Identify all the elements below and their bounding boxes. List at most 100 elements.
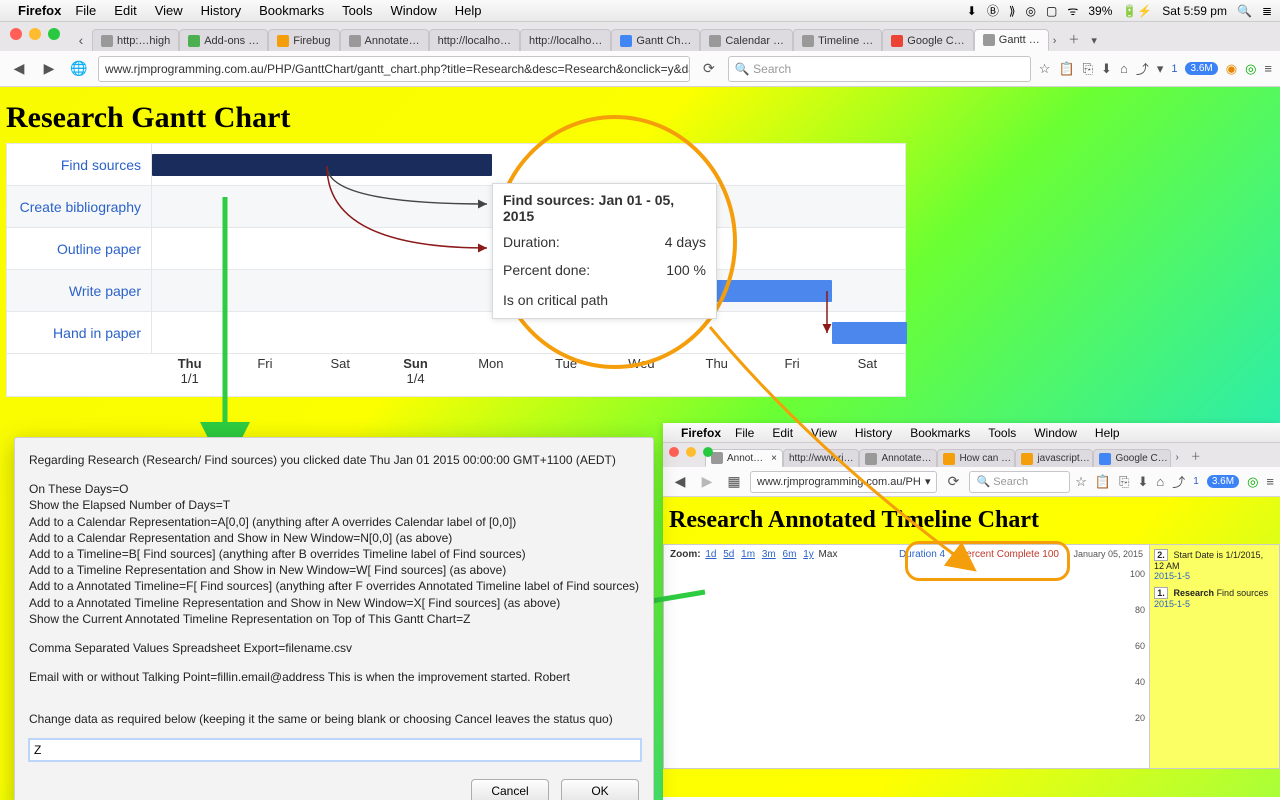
menu-file[interactable]: File bbox=[75, 3, 96, 18]
browser-tab[interactable]: http://localho… bbox=[429, 29, 520, 51]
tab-list-button[interactable]: ▾ bbox=[1087, 30, 1101, 51]
zoom-6m[interactable]: 6m bbox=[783, 549, 797, 560]
spotlight-icon[interactable]: 🔍 bbox=[1237, 4, 1252, 18]
menu-window[interactable]: Window bbox=[1034, 426, 1077, 440]
wifi-icon[interactable]: ᯤ bbox=[1067, 2, 1078, 19]
home-icon[interactable]: ⌂ bbox=[1120, 61, 1128, 76]
home-icon[interactable]: ⌂ bbox=[1156, 474, 1164, 489]
b-icon[interactable]: Ⓑ bbox=[987, 2, 999, 19]
identity-icon[interactable]: 🌐 bbox=[68, 58, 90, 80]
tab-scroll-right[interactable]: › bbox=[1171, 448, 1182, 467]
clock[interactable]: Sat 5:59 pm bbox=[1162, 4, 1227, 18]
browser-tab[interactable]: Google C… bbox=[1093, 449, 1171, 467]
greasemonkey-icon[interactable]: ◉ bbox=[1226, 61, 1237, 77]
star-icon[interactable]: ☆ bbox=[1075, 474, 1087, 490]
menu-window[interactable]: Window bbox=[391, 3, 437, 18]
browser-tab[interactable]: How can … bbox=[937, 449, 1015, 467]
menu-help[interactable]: Help bbox=[1095, 426, 1120, 440]
back-button[interactable]: ◀ bbox=[669, 471, 691, 493]
menu-edit[interactable]: Edit bbox=[114, 3, 136, 18]
new-tab-button[interactable]: ＋ bbox=[1060, 27, 1087, 51]
zoom-1d[interactable]: 1d bbox=[705, 549, 716, 560]
hamburger-icon[interactable]: ≡ bbox=[1266, 474, 1274, 489]
url-bar[interactable]: www.rjmprogramming.com.au/PHP/GanttChart… bbox=[98, 56, 690, 82]
airplay-icon[interactable]: ▢ bbox=[1046, 4, 1057, 18]
gantt-chart[interactable]: Find sources Create bibliography Outline… bbox=[6, 143, 906, 397]
browser-tab[interactable]: Firebug bbox=[268, 29, 339, 51]
browser-tab[interactable]: Google C… bbox=[882, 29, 973, 51]
browser-tab[interactable]: http://www.rj… bbox=[783, 449, 859, 467]
gantt-row[interactable]: Write paper bbox=[7, 270, 905, 312]
minimize-window-button[interactable] bbox=[29, 28, 41, 40]
hamburger-icon[interactable]: ≡ bbox=[1264, 61, 1272, 76]
close-window-button[interactable] bbox=[669, 447, 679, 457]
app-name[interactable]: Firefox bbox=[18, 3, 61, 18]
browser-tab[interactable]: Add-ons … bbox=[179, 29, 268, 51]
gantt-bar[interactable] bbox=[832, 322, 907, 344]
forward-button[interactable]: ▶ bbox=[696, 471, 718, 493]
cancel-button[interactable]: Cancel bbox=[471, 779, 549, 800]
download-icon[interactable]: ⬇ bbox=[967, 4, 977, 18]
ok-button[interactable]: OK bbox=[561, 779, 639, 800]
menu-view[interactable]: View bbox=[811, 426, 837, 440]
pocket-icon[interactable]: ⎘ bbox=[1083, 61, 1093, 77]
menu-view[interactable]: View bbox=[155, 3, 183, 18]
menu-history[interactable]: History bbox=[855, 426, 892, 440]
browser-tab[interactable]: http://localho… bbox=[520, 29, 611, 51]
browser-tab[interactable]: Annotate… bbox=[340, 29, 429, 51]
zoom-window-button[interactable] bbox=[48, 28, 60, 40]
browser-tab[interactable]: Calendar … bbox=[700, 29, 793, 51]
list-icon[interactable]: ≣ bbox=[1262, 4, 1272, 18]
gantt-row[interactable]: Outline paper bbox=[7, 228, 905, 270]
share-icon[interactable]: ⤴ bbox=[1136, 59, 1149, 78]
new-tab-button[interactable]: ＋ bbox=[1183, 444, 1209, 467]
zoom-window-button[interactable] bbox=[703, 447, 713, 457]
dropdown-icon[interactable]: ▾ bbox=[925, 475, 931, 488]
menu-file[interactable]: File bbox=[735, 426, 754, 440]
gantt-row[interactable]: Hand in paper bbox=[7, 312, 905, 354]
menu-bookmarks[interactable]: Bookmarks bbox=[910, 426, 970, 440]
browser-tab[interactable]: Timeline … bbox=[793, 29, 882, 51]
target-icon[interactable]: ◎ bbox=[1026, 4, 1036, 18]
dev-icon[interactable]: ▾ bbox=[1157, 61, 1164, 77]
zoom-1y[interactable]: 1y bbox=[803, 549, 814, 560]
zoom-3m[interactable]: 3m bbox=[762, 549, 776, 560]
tab-scroll-left[interactable]: ‹ bbox=[70, 29, 92, 51]
browser-tab[interactable]: Annotate… bbox=[859, 449, 937, 467]
annotation-item[interactable]: 1. Research Find sources 2015-1-5 bbox=[1154, 587, 1275, 609]
menu-tools[interactable]: Tools bbox=[342, 3, 372, 18]
download-icon[interactable]: ⬇ bbox=[1137, 474, 1148, 490]
gantt-row[interactable]: Find sources bbox=[7, 144, 905, 186]
close-window-button[interactable] bbox=[10, 28, 22, 40]
annotation-item[interactable]: 2. Start Date is 1/1/2015, 12 AM 2015-1-… bbox=[1154, 549, 1275, 581]
browser-tab[interactable]: Gantt Ch… bbox=[611, 29, 700, 51]
timeline-chart-area[interactable]: Zoom: 1d 5d 1m 3m 6m 1y Max Duration 4 ●… bbox=[664, 545, 1149, 768]
addon-icon[interactable]: ◎ bbox=[1245, 61, 1256, 77]
reload-button[interactable]: ⟳ bbox=[698, 58, 720, 80]
forward-button[interactable]: ▶ bbox=[38, 58, 60, 80]
menu-tools[interactable]: Tools bbox=[988, 426, 1016, 440]
prompt-input[interactable] bbox=[29, 739, 641, 761]
clipboard-icon[interactable]: 📋 bbox=[1058, 61, 1074, 77]
addon-icon[interactable]: ◎ bbox=[1247, 474, 1258, 490]
pocket-icon[interactable]: ⎘ bbox=[1119, 474, 1129, 490]
star-icon[interactable]: ☆ bbox=[1039, 61, 1051, 77]
gantt-row[interactable]: Create bibliography bbox=[7, 186, 905, 228]
back-button[interactable]: ◀ bbox=[8, 58, 30, 80]
share-icon[interactable]: ⤴ bbox=[1172, 472, 1185, 491]
search-bar[interactable]: 🔍 Search bbox=[969, 471, 1070, 493]
menu-edit[interactable]: Edit bbox=[772, 426, 793, 440]
download-icon[interactable]: ⬇ bbox=[1101, 61, 1112, 77]
zoom-1m[interactable]: 1m bbox=[741, 549, 755, 560]
menu-history[interactable]: History bbox=[201, 3, 241, 18]
browser-tab[interactable]: http:…high bbox=[92, 29, 179, 51]
tab-scroll-right[interactable]: › bbox=[1049, 31, 1061, 51]
gantt-bar[interactable] bbox=[152, 154, 492, 176]
zoom-max[interactable]: Max bbox=[819, 549, 838, 560]
reload-button[interactable]: ⟳ bbox=[942, 471, 964, 493]
annotated-timeline[interactable]: Zoom: 1d 5d 1m 3m 6m 1y Max Duration 4 ●… bbox=[663, 544, 1280, 769]
browser-tab[interactable]: Gantt … bbox=[974, 29, 1049, 51]
folder-icon[interactable]: ▦ bbox=[723, 471, 745, 493]
menu-bookmarks[interactable]: Bookmarks bbox=[259, 3, 324, 18]
tab-close-icon[interactable]: × bbox=[771, 453, 777, 464]
